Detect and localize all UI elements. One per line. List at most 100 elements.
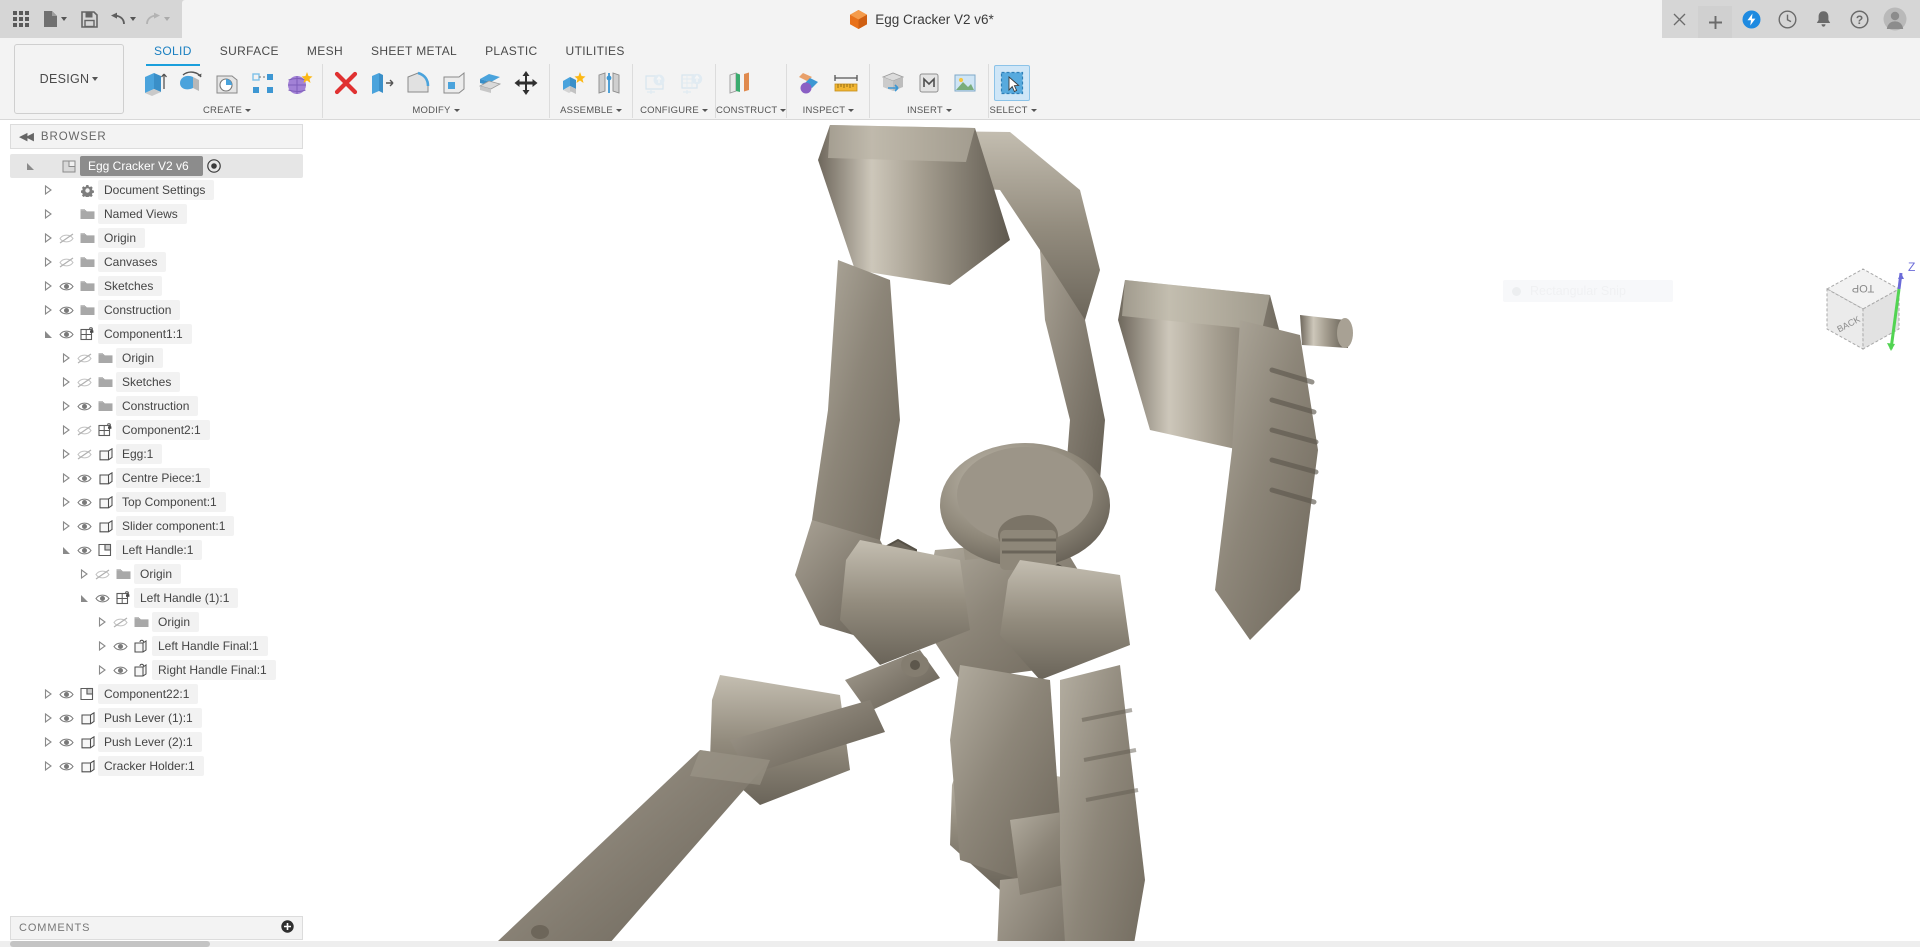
- collapse-left-icon[interactable]: ◀◀: [19, 130, 34, 143]
- rectangular-pattern-tool[interactable]: [245, 65, 281, 101]
- tree-node[interactable]: Left Handle:1: [10, 538, 303, 562]
- tree-node[interactable]: Origin: [10, 346, 303, 370]
- twisty-expanded-icon[interactable]: [22, 154, 38, 178]
- fillet-tool[interactable]: [400, 65, 436, 101]
- press-pull-tool[interactable]: [364, 65, 400, 101]
- app-grid-icon[interactable]: [6, 4, 36, 34]
- eye-visible-icon[interactable]: [110, 634, 131, 658]
- tab-surface[interactable]: SURFACE: [206, 40, 293, 64]
- eye-hidden-icon[interactable]: [74, 346, 95, 370]
- eye-visible-icon[interactable]: [56, 298, 77, 322]
- tree-node[interactable]: Origin: [10, 226, 303, 250]
- extrude-tool[interactable]: [137, 65, 173, 101]
- eye-hidden-icon[interactable]: [74, 370, 95, 394]
- tree-node[interactable]: Named Views: [10, 202, 303, 226]
- tree-node[interactable]: Top Component:1: [10, 490, 303, 514]
- save-icon[interactable]: [74, 4, 104, 34]
- twisty-collapsed-icon[interactable]: [94, 610, 110, 634]
- horizontal-scrollbar[interactable]: [10, 941, 210, 947]
- eye-visible-icon[interactable]: [74, 394, 95, 418]
- twisty-collapsed-icon[interactable]: [58, 394, 74, 418]
- panel-insert-label[interactable]: INSERT: [870, 102, 988, 118]
- twisty-collapsed-icon[interactable]: [58, 346, 74, 370]
- section-analysis-tool[interactable]: [792, 65, 828, 101]
- tree-node[interactable]: Push Lever (2):1: [10, 730, 303, 754]
- browser-header[interactable]: ◀◀ BROWSER: [10, 124, 303, 149]
- twisty-collapsed-icon[interactable]: [58, 490, 74, 514]
- delete-tool[interactable]: [328, 65, 364, 101]
- move-copy-tool[interactable]: [508, 65, 544, 101]
- eye-visible-icon[interactable]: [74, 538, 95, 562]
- tree-node[interactable]: Egg Cracker V2 v6: [10, 154, 303, 178]
- tree-node[interactable]: Component1:1: [10, 322, 303, 346]
- close-icon[interactable]: [1662, 0, 1696, 38]
- eye-visible-icon[interactable]: [56, 706, 77, 730]
- revolve-tool[interactable]: [173, 65, 209, 101]
- tree-node[interactable]: Origin: [10, 562, 303, 586]
- tree-node[interactable]: Origin: [10, 610, 303, 634]
- twisty-collapsed-icon[interactable]: [58, 442, 74, 466]
- eye-visible-icon[interactable]: [56, 754, 77, 778]
- tree-node[interactable]: Sketches: [10, 274, 303, 298]
- offset-plane-tool[interactable]: [721, 65, 757, 101]
- eye-hidden-icon[interactable]: [56, 226, 77, 250]
- eye-visible-icon[interactable]: [56, 730, 77, 754]
- insert-mcmaster-tool[interactable]: [911, 65, 947, 101]
- redo-icon[interactable]: [142, 4, 172, 34]
- twisty-collapsed-icon[interactable]: [40, 298, 56, 322]
- tree-node[interactable]: Component2:1: [10, 418, 303, 442]
- activate-component-icon[interactable]: [203, 154, 225, 178]
- eye-visible-icon[interactable]: [74, 466, 95, 490]
- tree-node[interactable]: Canvases: [10, 250, 303, 274]
- comments-panel[interactable]: COMMENTS: [10, 916, 303, 940]
- file-menu-icon[interactable]: [40, 4, 70, 34]
- twisty-collapsed-icon[interactable]: [40, 178, 56, 202]
- eye-hidden-icon[interactable]: [92, 562, 113, 586]
- tree-node[interactable]: Component22:1: [10, 682, 303, 706]
- tree-node[interactable]: Left Handle Final:1: [10, 634, 303, 658]
- tree-node[interactable]: Egg:1: [10, 442, 303, 466]
- twisty-expanded-icon[interactable]: [76, 586, 92, 610]
- help-icon[interactable]: ?: [1842, 0, 1876, 38]
- eye-hidden-icon[interactable]: [74, 442, 95, 466]
- twisty-collapsed-icon[interactable]: [40, 682, 56, 706]
- new-component-tool[interactable]: [555, 65, 591, 101]
- joint-tool[interactable]: [591, 65, 627, 101]
- shell-tool[interactable]: [436, 65, 472, 101]
- add-comment-icon[interactable]: [281, 920, 294, 936]
- twisty-collapsed-icon[interactable]: [94, 634, 110, 658]
- offset-face-tool[interactable]: [472, 65, 508, 101]
- panel-inspect-label[interactable]: INSPECT: [787, 102, 869, 118]
- tree-node[interactable]: Document Settings: [10, 178, 303, 202]
- new-tab-icon[interactable]: [1698, 6, 1732, 38]
- create-form-tool[interactable]: [281, 65, 317, 101]
- eye-visible-icon[interactable]: [56, 274, 77, 298]
- tab-sheet-metal[interactable]: SHEET METAL: [357, 40, 471, 64]
- workspace-selector[interactable]: DESIGN: [14, 44, 124, 114]
- undo-icon[interactable]: [108, 4, 138, 34]
- eye-visible-icon[interactable]: [74, 490, 95, 514]
- twisty-collapsed-icon[interactable]: [94, 658, 110, 682]
- twisty-collapsed-icon[interactable]: [58, 418, 74, 442]
- twisty-collapsed-icon[interactable]: [58, 514, 74, 538]
- tree-node[interactable]: Slider component:1: [10, 514, 303, 538]
- bell-icon[interactable]: [1806, 0, 1840, 38]
- twisty-collapsed-icon[interactable]: [40, 226, 56, 250]
- twisty-collapsed-icon[interactable]: [40, 730, 56, 754]
- tab-plastic[interactable]: PLASTIC: [471, 40, 551, 64]
- panel-modify-label[interactable]: MODIFY: [323, 102, 549, 118]
- panel-create-label[interactable]: CREATE: [132, 102, 322, 118]
- tree-node[interactable]: Push Lever (1):1: [10, 706, 303, 730]
- measure-tool[interactable]: [828, 65, 864, 101]
- panel-assemble-label[interactable]: ASSEMBLE: [550, 102, 632, 118]
- eye-visible-icon[interactable]: [110, 658, 131, 682]
- tab-mesh[interactable]: MESH: [293, 40, 357, 64]
- tree-node[interactable]: Left Handle (1):1: [10, 586, 303, 610]
- twisty-expanded-icon[interactable]: [58, 538, 74, 562]
- document-tab[interactable]: Egg Cracker V2 v6*: [182, 0, 1662, 38]
- twisty-collapsed-icon[interactable]: [40, 274, 56, 298]
- eye-visible-icon[interactable]: [74, 514, 95, 538]
- twisty-collapsed-icon[interactable]: [40, 706, 56, 730]
- select-tool[interactable]: [994, 65, 1031, 101]
- twisty-collapsed-icon[interactable]: [40, 202, 56, 226]
